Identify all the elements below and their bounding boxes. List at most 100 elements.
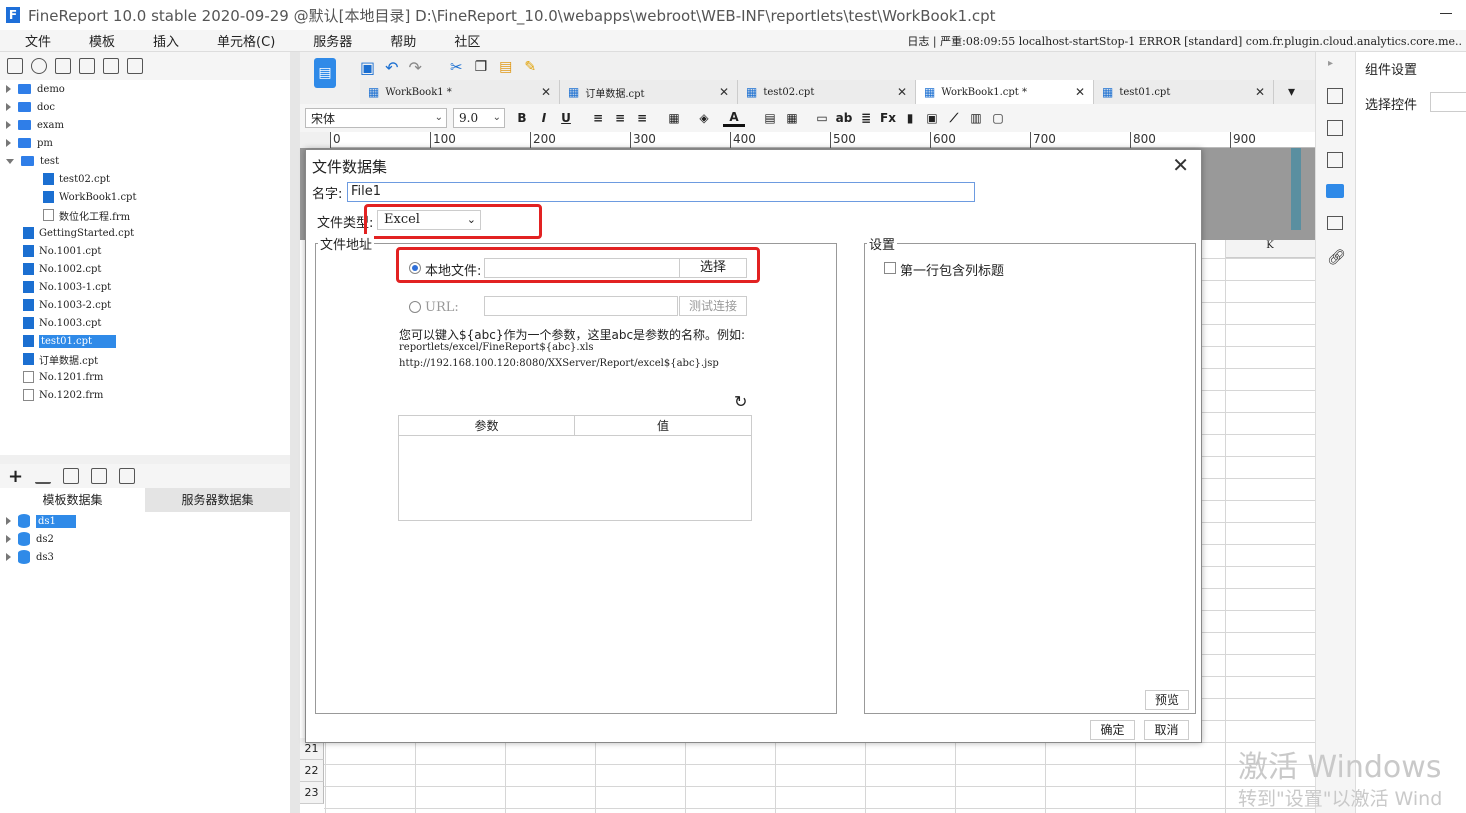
new-folder-icon[interactable]	[7, 58, 23, 74]
dataset-settings-icon[interactable]	[119, 468, 136, 484]
insert-subreport-icon[interactable]: ▥	[965, 111, 987, 125]
chevron-right-icon[interactable]	[6, 139, 11, 147]
menu-server[interactable]: 服务器	[300, 31, 365, 50]
copy-cell-icon[interactable]: ❐	[475, 59, 488, 75]
insert-chart-icon[interactable]: ▮	[899, 111, 921, 125]
tabs-menu-icon[interactable]: ▾	[1288, 84, 1295, 100]
chevron-right-icon[interactable]	[6, 85, 11, 93]
cut-icon[interactable]: ✂	[450, 58, 463, 76]
document-tab[interactable]: ▦ 订单数据.cpt ✕	[560, 80, 738, 104]
cell-element-icon[interactable]	[1327, 88, 1343, 104]
italic-icon[interactable]: I	[533, 111, 555, 125]
tree-item[interactable]: demo	[6, 80, 65, 98]
tree-item[interactable]: 订单数据.cpt	[23, 350, 98, 368]
tree-item[interactable]: No.1201.frm	[23, 368, 103, 386]
align-right-icon[interactable]: ≡	[631, 111, 653, 125]
insert-formula-icon[interactable]: Fx	[877, 111, 899, 125]
font-size-select[interactable]: 9.0 ⌄	[453, 108, 505, 128]
insert-slash-icon[interactable]: ⟋	[943, 111, 965, 126]
template-mode-button[interactable]: ▤	[314, 58, 336, 88]
condition-attribute-icon[interactable]	[1327, 216, 1343, 230]
row-header[interactable]: 23	[300, 782, 324, 804]
insert-image-icon[interactable]: ▣	[921, 111, 943, 125]
document-tab[interactable]: ▦ WorkBook1 * ✕	[360, 80, 560, 104]
tab-template-datasets[interactable]: 模板数据集	[0, 488, 145, 512]
chevron-right-icon[interactable]	[6, 535, 11, 543]
font-color-icon[interactable]: A	[723, 110, 745, 127]
tree-item[interactable]: No.1002.cpt	[23, 260, 101, 278]
hyperlink-icon[interactable]: 🔗︎	[1327, 248, 1346, 266]
collapse-icon[interactable]: ▸	[1328, 58, 1333, 69]
tree-item[interactable]: No.1003-1.cpt	[23, 278, 111, 296]
document-tab[interactable]: ▦ test02.cpt ✕	[738, 80, 916, 104]
menu-insert[interactable]: 插入	[140, 31, 192, 50]
close-tab-icon[interactable]: ✕	[897, 85, 907, 99]
tree-item[interactable]: No.1202.frm	[23, 386, 103, 404]
dataset-item[interactable]: ds2	[6, 530, 54, 548]
widget-settings-icon[interactable]	[1326, 184, 1344, 198]
refresh-params-icon[interactable]: ↻	[734, 392, 747, 411]
close-tab-icon[interactable]: ✕	[541, 85, 551, 99]
document-tab[interactable]: ▦ test01.cpt ✕	[1094, 80, 1274, 104]
log-status-text[interactable]: 日志 | 严重:08:09:55 localhost-startStop-1 E…	[907, 33, 1462, 49]
dataset-item[interactable]: ds1	[6, 512, 76, 530]
menu-template[interactable]: 模板	[76, 31, 128, 50]
close-icon[interactable]: ✕	[1172, 153, 1189, 177]
tree-item[interactable]: No.1003.cpt	[23, 314, 101, 332]
delete-dataset-icon[interactable]	[63, 468, 80, 484]
cancel-button[interactable]: 取消	[1144, 720, 1189, 740]
chevron-right-icon[interactable]	[6, 103, 11, 111]
insert-richtext-icon[interactable]: ≣	[855, 111, 877, 125]
edit-icon[interactable]	[35, 468, 52, 484]
insert-string-icon[interactable]: ab	[833, 111, 855, 125]
minimize-icon[interactable]	[1440, 13, 1452, 14]
font-family-select[interactable]: 宋体 ⌄	[305, 108, 447, 128]
merge-cells-icon[interactable]: ▤	[759, 111, 781, 125]
add-dataset-icon[interactable]: +	[8, 466, 23, 487]
insert-text-icon[interactable]: ▭	[811, 111, 833, 125]
split-cells-icon[interactable]: ▦	[781, 111, 803, 125]
redo-icon[interactable]: ↷	[409, 58, 422, 77]
tree-item[interactable]: No.1001.cpt	[23, 242, 101, 260]
tree-item[interactable]: test02.cpt	[43, 170, 110, 188]
name-input[interactable]: File1	[347, 182, 975, 202]
border-icon[interactable]: ▦	[663, 111, 685, 125]
tree-item[interactable]: No.1003-2.cpt	[23, 296, 111, 314]
panel-splitter[interactable]	[290, 52, 300, 813]
chevron-right-icon[interactable]	[6, 517, 11, 525]
menu-cell[interactable]: 单元格(C)	[204, 31, 288, 50]
chevron-right-icon[interactable]	[6, 553, 11, 561]
tree-item[interactable]: WorkBook1.cpt	[43, 188, 136, 206]
tree-item[interactable]: doc	[6, 98, 55, 116]
close-tab-icon[interactable]: ✕	[719, 85, 729, 99]
select-widget-combo[interactable]	[1430, 92, 1466, 112]
locate-icon[interactable]	[79, 58, 95, 74]
tree-item[interactable]: test01.cpt	[23, 332, 117, 350]
tree-item[interactable]: test	[6, 152, 59, 170]
test-connection-button[interactable]: 测试连接	[679, 296, 747, 316]
copy-icon[interactable]	[127, 58, 143, 74]
row-header[interactable]: 22	[300, 760, 324, 782]
ok-button[interactable]: 确定	[1090, 720, 1135, 740]
float-element-icon[interactable]	[1327, 152, 1343, 168]
tree-item[interactable]: pm	[6, 134, 53, 152]
menu-help[interactable]: 帮助	[377, 31, 429, 50]
refresh-icon[interactable]	[31, 58, 47, 74]
fill-color-icon[interactable]: ◈	[693, 111, 715, 125]
menu-file[interactable]: 文件	[12, 31, 64, 50]
underline-icon[interactable]: U	[555, 111, 577, 125]
save-icon[interactable]: ▣	[360, 58, 375, 77]
column-header-k[interactable]: K	[1225, 240, 1315, 258]
chevron-right-icon[interactable]	[6, 121, 11, 129]
tree-item[interactable]: 数位化工程.frm	[43, 206, 130, 224]
tree-item[interactable]: GettingStarted.cpt	[23, 224, 134, 242]
open-icon[interactable]	[55, 58, 71, 74]
align-left-icon[interactable]: ≡	[587, 111, 609, 125]
url-radio[interactable]	[409, 301, 421, 313]
dataset-item[interactable]: ds3	[6, 548, 54, 566]
first-row-header-checkbox[interactable]	[884, 262, 896, 274]
format-painter-icon[interactable]: ✎	[524, 59, 536, 75]
menu-community[interactable]: 社区	[441, 31, 493, 50]
close-tab-icon[interactable]: ✕	[1255, 85, 1265, 99]
preview-dataset-icon[interactable]	[91, 468, 108, 484]
